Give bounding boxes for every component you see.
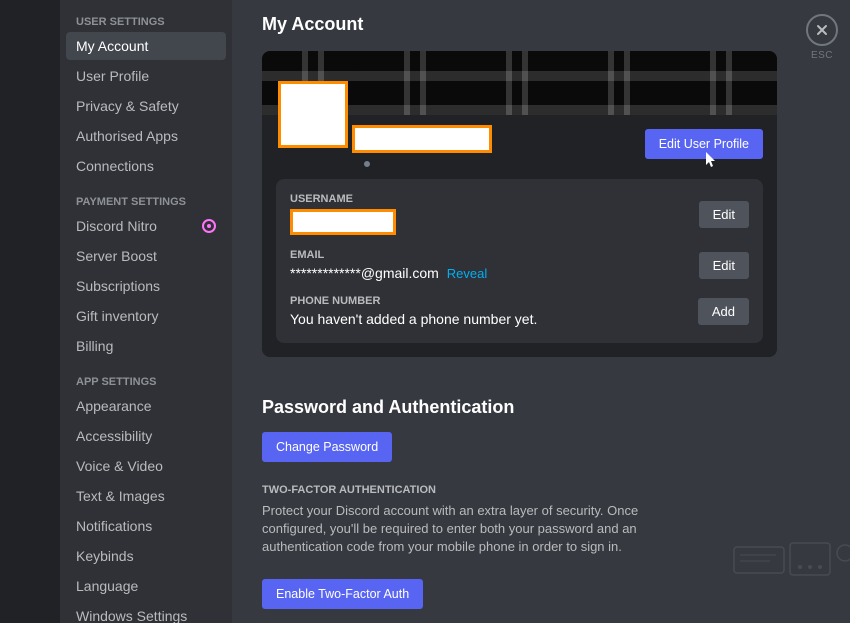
username-label: USERNAME bbox=[290, 193, 396, 205]
sidebar-item-label: Appearance bbox=[76, 398, 152, 414]
sidebar-item-authorised-apps[interactable]: Authorised Apps bbox=[66, 122, 226, 150]
guild-rail bbox=[0, 0, 60, 623]
avatar[interactable] bbox=[278, 81, 348, 148]
sidebar-item-label: Connections bbox=[76, 158, 154, 174]
sidebar-item-accessibility[interactable]: Accessibility bbox=[66, 422, 226, 450]
sidebar-item-windows-settings[interactable]: Windows Settings bbox=[66, 602, 226, 623]
twofa-illustration bbox=[730, 539, 850, 579]
sidebar-item-label: Subscriptions bbox=[76, 278, 160, 294]
email-label: EMAIL bbox=[290, 249, 487, 261]
sidebar-item-gift-inventory[interactable]: Gift inventory bbox=[66, 302, 226, 330]
edit-user-profile-button[interactable]: Edit User Profile bbox=[645, 129, 763, 159]
sidebar-item-label: Language bbox=[76, 578, 138, 594]
sidebar-item-discord-nitro[interactable]: Discord Nitro bbox=[66, 212, 226, 240]
sidebar-item-keybinds[interactable]: Keybinds bbox=[66, 542, 226, 570]
sidebar-item-user-profile[interactable]: User Profile bbox=[66, 62, 226, 90]
edit-email-button[interactable]: Edit bbox=[699, 252, 749, 279]
sidebar-item-my-account[interactable]: My Account bbox=[66, 32, 226, 60]
status-icon bbox=[362, 159, 372, 169]
enable-twofa-button[interactable]: Enable Two-Factor Auth bbox=[262, 579, 423, 609]
sidebar-item-label: Accessibility bbox=[76, 428, 152, 444]
password-section-title: Password and Authentication bbox=[262, 397, 810, 418]
twofa-label: TWO-FACTOR AUTHENTICATION bbox=[262, 484, 810, 496]
sidebar-item-label: Authorised Apps bbox=[76, 128, 178, 144]
sidebar-item-appearance[interactable]: Appearance bbox=[66, 392, 226, 420]
sidebar-item-subscriptions[interactable]: Subscriptions bbox=[66, 272, 226, 300]
close-icon bbox=[815, 23, 829, 37]
email-value: *************@gmail.com bbox=[290, 265, 439, 281]
add-phone-button[interactable]: Add bbox=[698, 298, 749, 325]
close-button[interactable] bbox=[806, 14, 838, 46]
sidebar-item-language[interactable]: Language bbox=[66, 572, 226, 600]
reveal-email-link[interactable]: Reveal bbox=[447, 266, 487, 281]
sidebar-item-label: Voice & Video bbox=[76, 458, 163, 474]
nitro-icon bbox=[202, 219, 216, 233]
account-card: Edit User Profile USERNAME Edit EMAIL bbox=[262, 51, 777, 357]
settings-sidebar: USER SETTINGS My Account User Profile Pr… bbox=[60, 0, 232, 623]
edit-username-button[interactable]: Edit bbox=[699, 201, 749, 228]
sidebar-item-label: My Account bbox=[76, 38, 148, 54]
sidebar-item-label: Text & Images bbox=[76, 488, 165, 504]
sidebar-header-app-settings: APP SETTINGS bbox=[66, 370, 226, 392]
sidebar-item-label: User Profile bbox=[76, 68, 149, 84]
sidebar-item-server-boost[interactable]: Server Boost bbox=[66, 242, 226, 270]
sidebar-item-billing[interactable]: Billing bbox=[66, 332, 226, 360]
content-area: My Account Edit User Profile USERNAME bbox=[232, 0, 850, 623]
sidebar-item-voice-video[interactable]: Voice & Video bbox=[66, 452, 226, 480]
display-name bbox=[352, 125, 492, 153]
sidebar-item-label: Server Boost bbox=[76, 248, 157, 264]
sidebar-item-label: Privacy & Safety bbox=[76, 98, 179, 114]
username-value bbox=[290, 209, 396, 235]
sidebar-item-connections[interactable]: Connections bbox=[66, 152, 226, 180]
sidebar-item-label: Notifications bbox=[76, 518, 152, 534]
sidebar-item-label: Discord Nitro bbox=[76, 218, 157, 234]
close-label: ESC bbox=[806, 50, 838, 61]
phone-label: PHONE NUMBER bbox=[290, 295, 537, 307]
sidebar-item-label: Keybinds bbox=[76, 548, 134, 564]
sidebar-item-label: Gift inventory bbox=[76, 308, 158, 324]
page-title: My Account bbox=[262, 14, 810, 35]
twofa-description: Protect your Discord account with an ext… bbox=[262, 502, 662, 557]
phone-value: You haven't added a phone number yet. bbox=[290, 311, 537, 327]
sidebar-item-notifications[interactable]: Notifications bbox=[66, 512, 226, 540]
sidebar-header-payment-settings: PAYMENT SETTINGS bbox=[66, 190, 226, 212]
sidebar-item-text-images[interactable]: Text & Images bbox=[66, 482, 226, 510]
sidebar-item-privacy-safety[interactable]: Privacy & Safety bbox=[66, 92, 226, 120]
sidebar-item-label: Windows Settings bbox=[76, 608, 187, 623]
sidebar-header-user-settings: USER SETTINGS bbox=[66, 10, 226, 32]
sidebar-item-label: Billing bbox=[76, 338, 113, 354]
change-password-button[interactable]: Change Password bbox=[262, 432, 392, 462]
account-fields: USERNAME Edit EMAIL *************@gmail.… bbox=[276, 179, 763, 343]
